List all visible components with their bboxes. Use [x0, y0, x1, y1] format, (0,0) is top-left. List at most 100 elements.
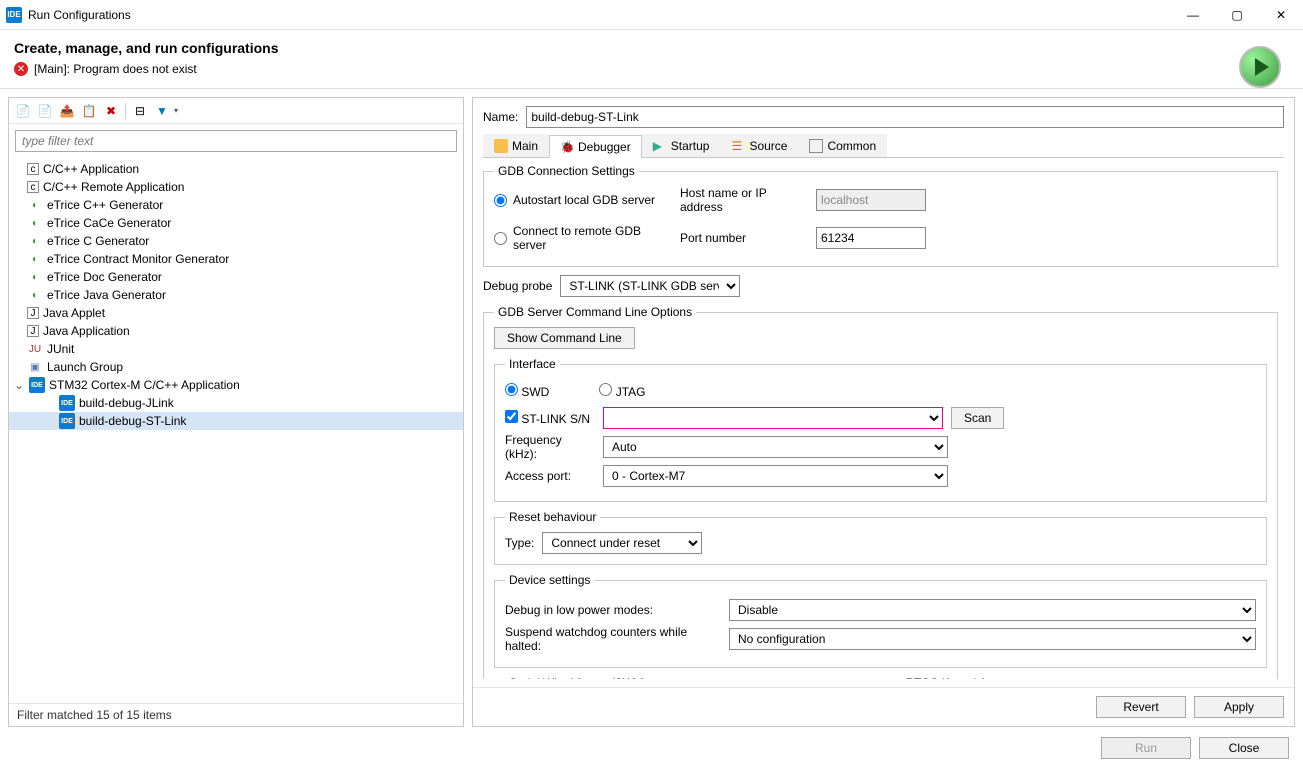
revert-button[interactable]: Revert: [1096, 696, 1186, 718]
separator: [125, 103, 126, 119]
tab-common[interactable]: Common: [798, 134, 887, 157]
autostart-radio[interactable]: Autostart local GDB server: [494, 193, 674, 207]
config-form-panel: Name: Main 🐞Debugger ▶Startup ☰Source Co…: [472, 97, 1295, 727]
error-line: ✕ [Main]: Program does not exist: [14, 62, 1289, 76]
filter-dropdown-icon[interactable]: ▾: [174, 106, 178, 115]
run-graphic-icon: [1239, 46, 1281, 88]
swv-legend: Serial Wire Viewer (SWV): [505, 676, 650, 679]
watchdog-label: Suspend watchdog counters while halted:: [505, 625, 723, 653]
close-button[interactable]: Close: [1199, 737, 1289, 759]
freq-label: Frequency (kHz):: [505, 433, 595, 461]
tree-item-etrice-c[interactable]: ◐eTrice C Generator: [9, 232, 463, 250]
sn-input[interactable]: [603, 407, 943, 429]
config-tree[interactable]: cC/C++ Application cC/C++ Remote Applica…: [9, 158, 463, 703]
ide-icon: IDE: [59, 413, 75, 429]
launch-group-icon: ▣: [27, 359, 43, 375]
duplicate-button[interactable]: 📋: [79, 101, 99, 121]
show-cmdline-button[interactable]: Show Command Line: [494, 327, 635, 349]
interface-fieldset: Interface SWD JTAG ST-LINK S/N Scan Freq…: [494, 357, 1267, 502]
titlebar: IDE Run Configurations — ▢ ✕: [0, 0, 1303, 30]
tree-item-c-remote[interactable]: cC/C++ Remote Application: [9, 178, 463, 196]
tree-item-etrice-cpp[interactable]: ◐eTrice C++ Generator: [9, 196, 463, 214]
form-button-bar: Revert Apply: [473, 687, 1294, 726]
tree-item-etrice-cace[interactable]: ◐eTrice CaCe Generator: [9, 214, 463, 232]
rtos-legend: RTOS Kernel Awareness: [902, 676, 1043, 679]
interface-legend: Interface: [505, 357, 560, 371]
ide-icon: IDE: [29, 377, 45, 393]
export-button[interactable]: 📤: [57, 101, 77, 121]
device-legend: Device settings: [505, 573, 594, 587]
swd-radio[interactable]: SWD: [505, 383, 549, 399]
expand-all-button[interactable]: ⊟: [130, 101, 150, 121]
tree-item-etrice-contract[interactable]: ◐eTrice Contract Monitor Generator: [9, 250, 463, 268]
connect-remote-radio[interactable]: Connect to remote GDB server: [494, 224, 674, 252]
new-proto-button[interactable]: 📄: [35, 101, 55, 121]
c-app-icon: c: [27, 163, 39, 175]
port-label: Port number: [680, 231, 810, 245]
rtos-fieldset: RTOS Kernel Awareness Enable RTOS Proxy: [891, 676, 1268, 679]
tree-item-c-app[interactable]: cC/C++ Application: [9, 160, 463, 178]
gdb-connection-fieldset: GDB Connection Settings Autostart local …: [483, 164, 1278, 267]
generator-icon: ◐: [27, 251, 43, 267]
form-scroll-area[interactable]: GDB Connection Settings Autostart local …: [483, 164, 1284, 679]
reset-fieldset: Reset behaviour Type: Connect under rese…: [494, 510, 1267, 565]
run-button: Run: [1101, 737, 1191, 759]
window-title: Run Configurations: [28, 8, 1171, 22]
apply-button[interactable]: Apply: [1194, 696, 1284, 718]
app-icon: IDE: [6, 7, 22, 23]
filter-button[interactable]: ▼: [152, 101, 172, 121]
dialog-header: Create, manage, and run configurations ✕…: [0, 30, 1303, 82]
jtag-radio[interactable]: JTAG: [599, 383, 645, 399]
applet-icon: J: [27, 307, 39, 319]
reset-type-label: Type:: [505, 536, 534, 550]
tab-main[interactable]: Main: [483, 134, 549, 157]
java-app-icon: J: [27, 325, 39, 337]
dialog-title: Create, manage, and run configurations: [14, 40, 1289, 56]
close-window-button[interactable]: ✕: [1259, 0, 1303, 30]
tree-filter-input[interactable]: [15, 130, 457, 152]
scan-button[interactable]: Scan: [951, 407, 1004, 429]
device-fieldset: Device settings Debug in low power modes…: [494, 573, 1267, 668]
main-tab-icon: [494, 139, 508, 153]
generator-icon: ◐: [27, 269, 43, 285]
tree-item-junit[interactable]: JUJUnit: [9, 340, 463, 358]
collapse-icon[interactable]: ⌄: [13, 378, 25, 392]
delete-button[interactable]: ✖: [101, 101, 121, 121]
minimize-button[interactable]: —: [1171, 0, 1215, 30]
swv-fieldset: Serial Wire Viewer (SWV) Enable: [494, 676, 871, 679]
reset-legend: Reset behaviour: [505, 510, 600, 524]
freq-select[interactable]: Auto: [603, 436, 948, 458]
tree-toolbar: 📄 📄 📤 📋 ✖ ⊟ ▼ ▾: [9, 98, 463, 124]
debugger-tab-icon: 🐞: [560, 140, 574, 154]
maximize-button[interactable]: ▢: [1215, 0, 1259, 30]
junit-icon: JU: [27, 341, 43, 357]
sn-checkbox[interactable]: ST-LINK S/N: [505, 410, 595, 426]
name-input[interactable]: [526, 106, 1284, 128]
startup-tab-icon: ▶: [653, 139, 667, 153]
watchdog-select[interactable]: No configuration: [729, 628, 1256, 650]
tab-startup[interactable]: ▶Startup: [642, 134, 721, 157]
tab-debugger[interactable]: 🐞Debugger: [549, 135, 642, 158]
low-power-select[interactable]: Disable: [729, 599, 1256, 621]
generator-icon: ◐: [27, 287, 43, 303]
common-tab-icon: [809, 139, 823, 153]
probe-label: Debug probe: [483, 279, 552, 293]
tree-item-stlink[interactable]: IDEbuild-debug-ST-Link: [9, 412, 463, 430]
access-port-select[interactable]: 0 - Cortex-M7: [603, 465, 948, 487]
tree-item-etrice-doc[interactable]: ◐eTrice Doc Generator: [9, 268, 463, 286]
tree-item-jlink[interactable]: IDEbuild-debug-JLink: [9, 394, 463, 412]
tree-item-etrice-java[interactable]: ◐eTrice Java Generator: [9, 286, 463, 304]
gdb-legend: GDB Connection Settings: [494, 164, 639, 178]
probe-select[interactable]: ST-LINK (ST-LINK GDB server): [560, 275, 740, 297]
tree-item-launch-group[interactable]: ▣Launch Group: [9, 358, 463, 376]
cmdline-fieldset: GDB Server Command Line Options Show Com…: [483, 305, 1278, 679]
tab-bar: Main 🐞Debugger ▶Startup ☰Source Common: [483, 134, 1284, 158]
tree-item-java-applet[interactable]: JJava Applet: [9, 304, 463, 322]
tab-source[interactable]: ☰Source: [720, 134, 798, 157]
tree-item-java-app[interactable]: JJava Application: [9, 322, 463, 340]
port-input[interactable]: [816, 227, 926, 249]
tree-item-stm32[interactable]: ⌄IDESTM32 Cortex-M C/C++ Application: [9, 376, 463, 394]
reset-type-select[interactable]: Connect under reset: [542, 532, 702, 554]
ide-icon: IDE: [59, 395, 75, 411]
new-config-button[interactable]: 📄: [13, 101, 33, 121]
